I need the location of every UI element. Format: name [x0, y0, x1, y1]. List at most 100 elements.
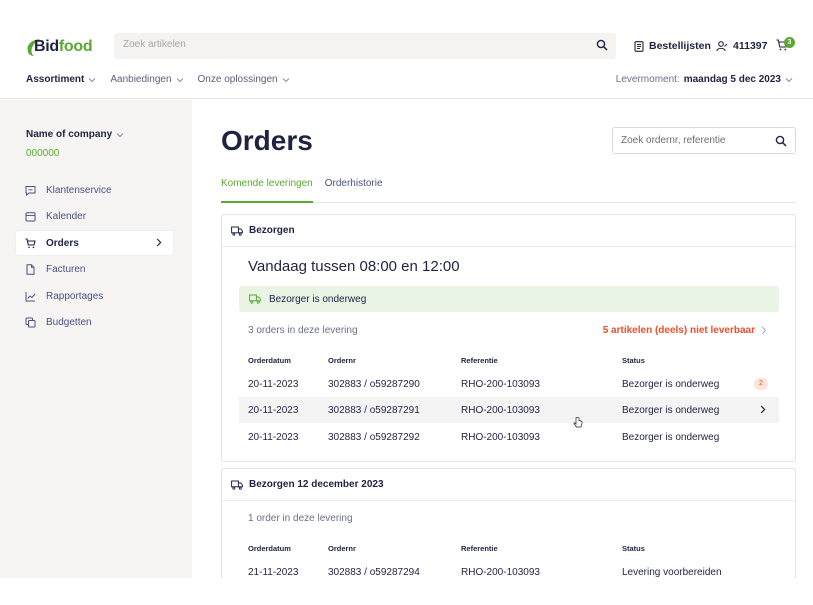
sidebar-item-kalender[interactable]: Kalender: [16, 204, 173, 228]
table-row[interactable]: 20-11-2023 302883 / o59287292 RHO-200-10…: [239, 424, 779, 450]
order-date: 20-11-2023: [248, 432, 299, 443]
column-header-orderdatum: Orderdatum: [248, 544, 291, 553]
chat-icon: [25, 185, 36, 196]
column-header-ordernr: Ordernr: [328, 356, 356, 365]
page-title: Orders: [221, 125, 313, 156]
sidebar-item-rapportages[interactable]: Rapportages: [16, 284, 173, 308]
chevron-right-icon: [761, 326, 767, 335]
list-icon: [634, 40, 644, 52]
delivery-card-header: Bezorgen 12 december 2023: [222, 469, 795, 501]
delivery-moment-selector[interactable]: Levermoment: maandag 5 dec 2023: [616, 74, 793, 85]
chevron-right-icon[interactable]: [760, 405, 766, 414]
chart-icon: [25, 291, 36, 301]
order-number: 302883 / o59287294: [328, 567, 420, 578]
product-search[interactable]: [114, 33, 616, 59]
search-icon[interactable]: [775, 135, 787, 147]
delivery-card: Bezorgen Vandaag tussen 08:00 en 12:00 B…: [221, 214, 796, 462]
company-name: Name of company: [26, 129, 113, 140]
column-header-referentie: Referentie: [461, 544, 498, 553]
order-number: 302883 / o59287291: [328, 405, 420, 416]
column-header-ordernr: Ordernr: [328, 544, 356, 553]
logo-text-bid: Bid: [34, 38, 59, 55]
delivery-status-text: Bezorger is onderweg: [269, 293, 367, 305]
account-number: 411397: [733, 40, 768, 52]
delivery-heading: Bezorgen: [249, 225, 295, 236]
nav-item-label: Aanbiedingen: [110, 74, 172, 85]
search-icon[interactable]: [596, 39, 608, 51]
order-count: 1 order in deze levering: [248, 513, 353, 524]
column-header-status: Status: [622, 544, 645, 553]
sidebar-item-orders[interactable]: Orders: [16, 231, 173, 255]
delivery-moment-label: Levermoment:: [615, 74, 680, 85]
order-reference: RHO-200-103093: [461, 432, 540, 443]
order-count: 3 orders in deze levering: [248, 325, 358, 336]
chevron-right-icon: [156, 238, 162, 247]
sidebar-item-facturen[interactable]: Facturen: [16, 257, 173, 281]
bidfood-logo[interactable]: Bidfood: [26, 36, 96, 58]
order-date: 20-11-2023: [248, 405, 299, 416]
sidebar-item-klantenservice[interactable]: Klantenservice: [16, 178, 173, 202]
tab-orderhistorie[interactable]: Orderhistorie: [325, 177, 383, 203]
delivery-moment-value: maandag 5 dec 2023: [683, 74, 781, 85]
order-date: 20-11-2023: [248, 379, 299, 390]
sidebar-item-label: Facturen: [46, 263, 86, 275]
cart-icon: [25, 237, 36, 248]
unavailable-items-link[interactable]: 5 artikelen (deels) niet leverbaar: [603, 325, 767, 336]
sidebar: Name of company 000000 Klantenservice Ka…: [0, 100, 192, 578]
document-icon: [26, 263, 35, 275]
sidebar-item-label: Orders: [46, 237, 79, 249]
table-row[interactable]: 20-11-2023 302883 / o59287290 RHO-200-10…: [239, 371, 779, 397]
chevron-down-icon: [116, 132, 124, 137]
order-reference: RHO-200-103093: [461, 379, 540, 390]
truck-icon: [231, 480, 243, 490]
sidebar-item-label: Rapportages: [46, 290, 104, 302]
order-search-input[interactable]: [621, 135, 771, 146]
order-reference: RHO-200-103093: [461, 567, 540, 578]
delivery-time-slot: Vandaag tussen 08:00 en 12:00: [248, 258, 460, 275]
tab-komende-leveringen[interactable]: Komende leveringen: [221, 177, 313, 203]
chevron-down-icon: [176, 77, 183, 82]
company-number: 000000: [26, 148, 60, 159]
unavailable-items-label: 5 artikelen (deels) niet leverbaar: [602, 325, 755, 336]
logo-text-food: food: [58, 38, 93, 55]
main-nav: Assortiment Aanbiedingen Onze oplossinge…: [26, 74, 290, 85]
cart-count-badge: 3: [784, 37, 795, 48]
row-count-badge: 2: [754, 378, 768, 390]
top-header: Bidfood Bestellijsten 411397 3: [0, 0, 813, 99]
chevron-down-icon: [785, 77, 793, 82]
calendar-icon: [25, 211, 36, 221]
sidebar-item-label: Klantenservice: [46, 184, 112, 196]
product-search-input[interactable]: [123, 39, 583, 50]
delivery-card: Bezorgen 12 december 2023 1 order in dez…: [221, 468, 796, 588]
hand-cursor-icon: [573, 417, 583, 428]
chevron-down-icon: [282, 77, 289, 82]
budget-icon: [25, 317, 36, 327]
delivery-heading: Bezorgen 12 december 2023: [249, 479, 384, 490]
chevron-down-icon: [89, 77, 96, 82]
bottom-blank-strip: [0, 578, 813, 605]
nav-item-label: Assortiment: [26, 74, 85, 85]
sidebar-item-budgetten[interactable]: Budgetten: [16, 310, 173, 334]
column-header-orderdatum: Orderdatum: [248, 356, 291, 365]
order-status: Bezorger is onderweg: [622, 405, 720, 416]
nav-item-label: Onze oplossingen: [197, 74, 278, 85]
table-row[interactable]: 20-11-2023 302883 / o59287291 RHO-200-10…: [239, 397, 779, 423]
order-reference: RHO-200-103093: [461, 405, 540, 416]
account-link[interactable]: 411397: [716, 40, 767, 52]
sidebar-item-label: Kalender: [46, 210, 87, 222]
order-search[interactable]: [612, 127, 796, 154]
order-status: Levering voorbereiden: [622, 567, 722, 578]
nav-item-aanbiedingen[interactable]: Aanbiedingen: [110, 74, 183, 85]
order-date: 21-11-2023: [248, 567, 299, 578]
order-status: Bezorger is onderweg: [622, 432, 720, 443]
company-selector[interactable]: Name of company: [26, 129, 124, 140]
order-lists-label: Bestellijsten: [649, 40, 711, 52]
order-number: 302883 / o59287292: [328, 432, 420, 443]
delivery-status-banner: Bezorger is onderweg: [239, 286, 779, 312]
truck-icon: [231, 226, 243, 236]
order-number: 302883 / o59287290: [328, 379, 420, 390]
nav-item-onze-oplossingen[interactable]: Onze oplossingen: [198, 74, 290, 85]
nav-item-assortiment[interactable]: Assortiment: [26, 74, 96, 85]
user-icon: [716, 40, 728, 51]
order-lists-link[interactable]: Bestellijsten: [634, 40, 711, 52]
